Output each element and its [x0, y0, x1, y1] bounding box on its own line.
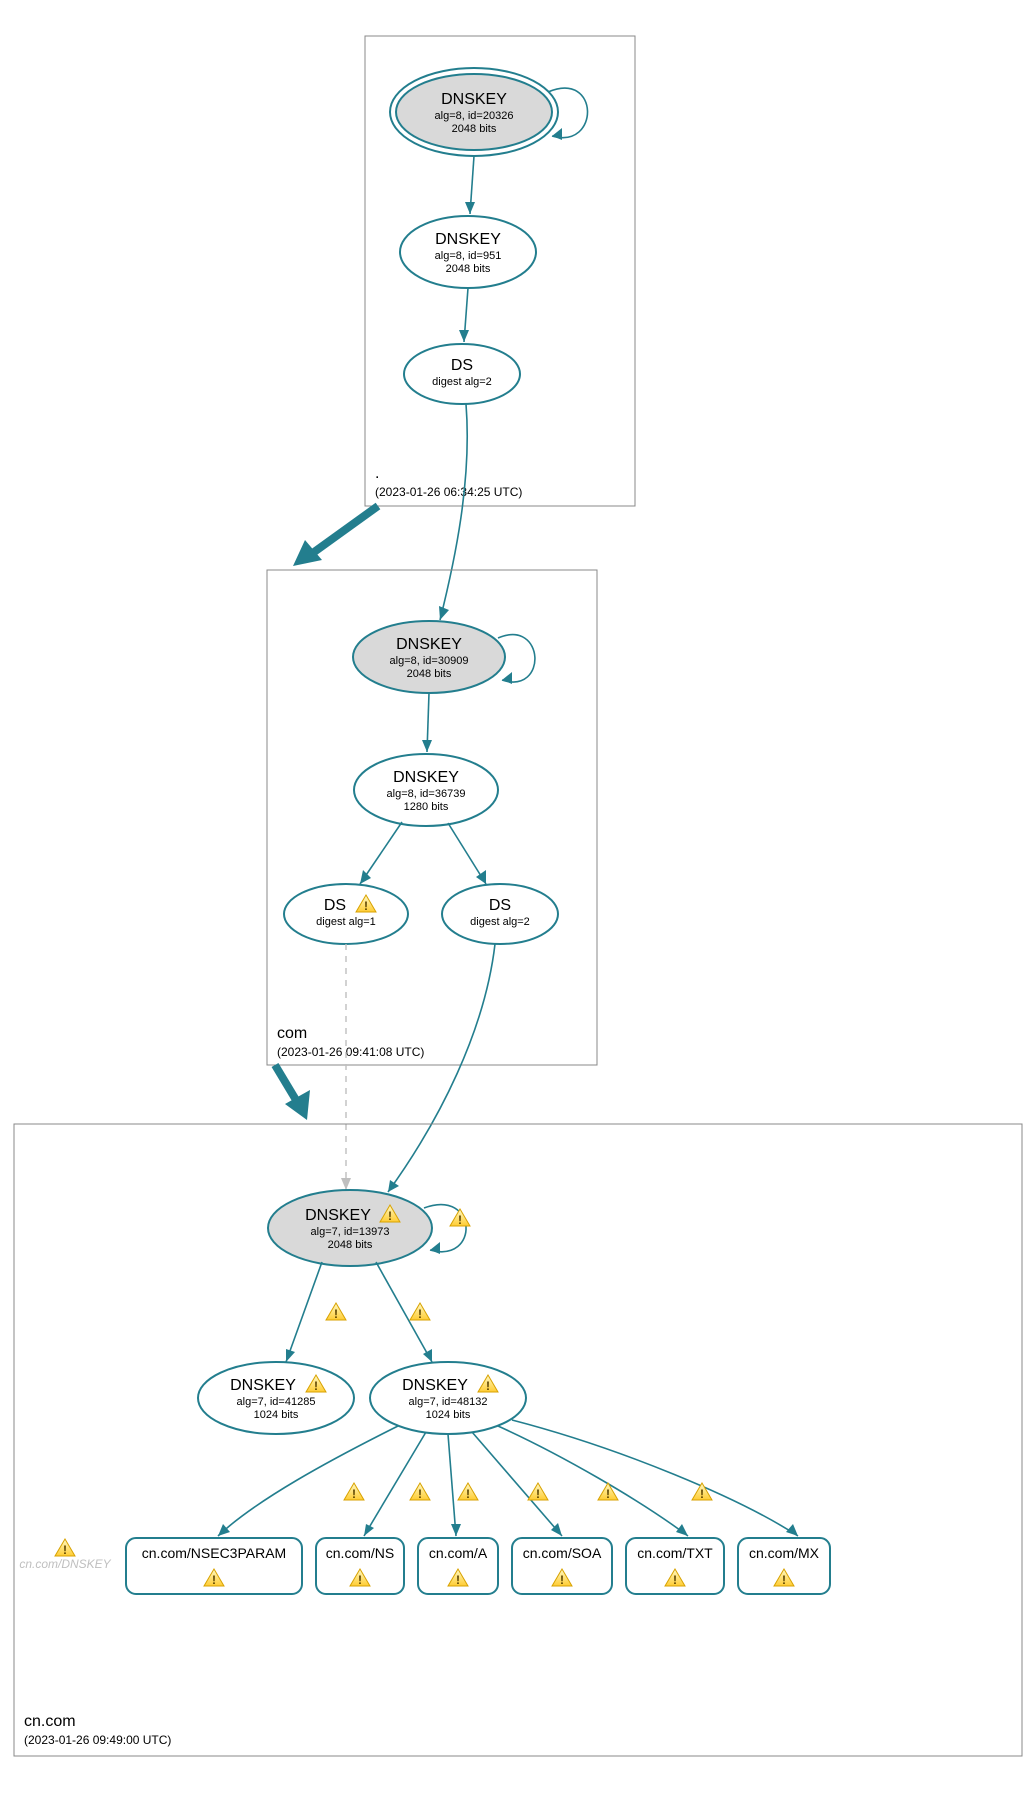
- node-com-ds2: DS digest alg=2: [442, 884, 558, 944]
- zone-ts-root: (2023-01-26 06:34:25 UTC): [375, 485, 522, 499]
- svg-text:1024 bits: 1024 bits: [426, 1409, 471, 1421]
- warning-icon: [692, 1483, 712, 1501]
- svg-text:alg=7, id=41285: alg=7, id=41285: [237, 1396, 316, 1408]
- record-ns: cn.com/NS: [316, 1538, 404, 1594]
- zone-ts-cncom: (2023-01-26 09:49:00 UTC): [24, 1733, 171, 1747]
- edge-root-ksk-selfloop: [548, 88, 588, 138]
- record-nsec3param: cn.com/NSEC3PARAM: [126, 1538, 302, 1594]
- edge-zsk2-mx: [512, 1420, 798, 1536]
- svg-text:alg=7, id=48132: alg=7, id=48132: [409, 1396, 488, 1408]
- svg-text:cn.com/NS: cn.com/NS: [326, 1545, 394, 1561]
- svg-text:alg=7, id=13973: alg=7, id=13973: [311, 1226, 390, 1238]
- svg-text:alg=8, id=951: alg=8, id=951: [435, 250, 502, 262]
- record-txt: cn.com/TXT: [626, 1538, 724, 1594]
- svg-text:DS: DS: [324, 897, 346, 914]
- svg-text:DNSKEY: DNSKEY: [393, 769, 459, 786]
- edge-zsk2-nsec3param: [218, 1426, 398, 1536]
- svg-text:2048 bits: 2048 bits: [407, 668, 452, 680]
- warning-icon: [458, 1483, 478, 1501]
- zone-name-root: .: [375, 465, 379, 482]
- record-mx: cn.com/MX: [738, 1538, 830, 1594]
- warning-icon: [410, 1303, 430, 1321]
- node-root-ds: DS digest alg=2: [404, 344, 520, 404]
- record-soa: cn.com/SOA: [512, 1538, 612, 1594]
- warning-icon: [598, 1483, 618, 1501]
- node-com-ds1: DS digest alg=1: [284, 884, 408, 944]
- warning-icon: [326, 1303, 346, 1321]
- node-com-zsk: DNSKEY alg=8, id=36739 1280 bits: [354, 754, 498, 826]
- svg-text:2048 bits: 2048 bits: [452, 123, 497, 135]
- warning-icon: [450, 1209, 470, 1227]
- dnssec-graph: ! . (2023-01-26 06:34:25 UTC) DNSKEY alg…: [0, 0, 1035, 1796]
- edge-root-ds-com-ksk: [440, 404, 467, 620]
- svg-text:digest alg=2: digest alg=2: [470, 916, 530, 928]
- svg-text:DNSKEY: DNSKEY: [396, 636, 462, 653]
- warning-icon: [344, 1483, 364, 1501]
- record-dnskey-greyed: cn.com/DNSKEY: [19, 1539, 111, 1571]
- edge-com-ds2-cncom-ksk: [388, 944, 495, 1192]
- svg-text:1280 bits: 1280 bits: [404, 801, 449, 813]
- edge-zsk2-soa: [472, 1432, 562, 1536]
- edge-cncom-ksk-zsk1: [286, 1262, 322, 1362]
- svg-text:cn.com/TXT: cn.com/TXT: [637, 1545, 713, 1561]
- svg-text:cn.com/NSEC3PARAM: cn.com/NSEC3PARAM: [142, 1545, 286, 1561]
- svg-text:alg=8, id=20326: alg=8, id=20326: [435, 110, 514, 122]
- svg-text:2048 bits: 2048 bits: [446, 263, 491, 275]
- svg-text:alg=8, id=36739: alg=8, id=36739: [387, 788, 466, 800]
- svg-text:DNSKEY: DNSKEY: [435, 231, 501, 248]
- svg-text:cn.com/DNSKEY: cn.com/DNSKEY: [19, 1557, 111, 1571]
- svg-text:2048 bits: 2048 bits: [328, 1239, 373, 1251]
- svg-text:cn.com/MX: cn.com/MX: [749, 1545, 820, 1561]
- svg-text:cn.com/A: cn.com/A: [429, 1545, 488, 1561]
- svg-text:DS: DS: [451, 357, 473, 374]
- warning-icon: [528, 1483, 548, 1501]
- record-a: cn.com/A: [418, 1538, 498, 1594]
- node-cncom-ksk: DNSKEY alg=7, id=13973 2048 bits: [268, 1190, 432, 1266]
- svg-text:1024 bits: 1024 bits: [254, 1409, 299, 1421]
- svg-text:digest alg=1: digest alg=1: [316, 916, 376, 928]
- svg-text:DNSKEY: DNSKEY: [230, 1377, 296, 1394]
- node-root-zsk: DNSKEY alg=8, id=951 2048 bits: [400, 216, 536, 288]
- edge-zsk2-a: [448, 1434, 456, 1536]
- svg-text:DNSKEY: DNSKEY: [402, 1377, 468, 1394]
- edge-zsk2-ns: [364, 1432, 426, 1536]
- svg-text:DNSKEY: DNSKEY: [441, 91, 507, 108]
- svg-text:DS: DS: [489, 897, 511, 914]
- svg-text:cn.com/SOA: cn.com/SOA: [523, 1545, 602, 1561]
- svg-text:digest alg=2: digest alg=2: [432, 376, 492, 388]
- warning-icon: [410, 1483, 430, 1501]
- node-root-ksk: DNSKEY alg=8, id=20326 2048 bits: [390, 68, 558, 156]
- zone-name-com: com: [277, 1025, 307, 1042]
- zone-box-cncom: [14, 1124, 1022, 1756]
- svg-text:DNSKEY: DNSKEY: [305, 1207, 371, 1224]
- zone-ts-com: (2023-01-26 09:41:08 UTC): [277, 1045, 424, 1059]
- svg-text:alg=8, id=30909: alg=8, id=30909: [390, 655, 469, 667]
- node-cncom-zsk1: DNSKEY alg=7, id=41285 1024 bits: [198, 1362, 354, 1434]
- node-com-ksk: DNSKEY alg=8, id=30909 2048 bits: [353, 621, 505, 693]
- zone-name-cncom: cn.com: [24, 1713, 76, 1730]
- node-cncom-zsk2: DNSKEY alg=7, id=48132 1024 bits: [370, 1362, 526, 1434]
- warning-icon: [55, 1539, 75, 1557]
- edge-zsk2-txt: [498, 1426, 688, 1536]
